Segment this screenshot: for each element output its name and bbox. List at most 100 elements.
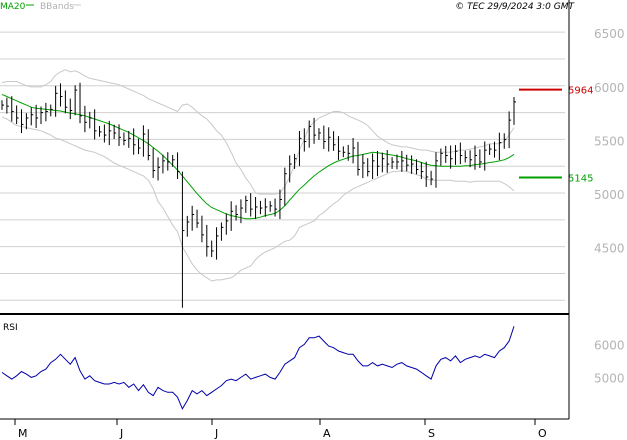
price-bar <box>191 205 195 231</box>
price-bar <box>186 215 190 237</box>
price-tick-label: 5000 <box>594 188 625 202</box>
price-bar <box>464 150 468 163</box>
price-bar <box>118 124 122 146</box>
price-bar <box>79 82 83 124</box>
price-bar <box>454 145 458 165</box>
price-bar <box>206 224 209 257</box>
price-bar <box>333 131 336 151</box>
price-bar <box>406 154 409 172</box>
price-axis: 4500 5000 5500 6000 6500 <box>0 0 625 420</box>
price-bar <box>196 209 200 228</box>
price-bar <box>45 102 48 122</box>
rsi-panel: 6000 5000 <box>1 326 625 410</box>
price-bar <box>513 97 516 125</box>
price-bar <box>279 189 282 220</box>
price-bar <box>381 152 385 173</box>
price-bar <box>177 152 180 179</box>
price-bar <box>157 157 161 181</box>
price-bar <box>94 109 97 140</box>
price-bar <box>352 138 356 164</box>
rsi-line <box>1 326 515 410</box>
price-bar <box>30 107 34 126</box>
price-bar <box>99 126 102 137</box>
price-bar <box>435 152 438 188</box>
price-bar <box>430 170 434 186</box>
price-bar <box>284 167 287 206</box>
price-bar <box>269 201 273 212</box>
price-bar <box>391 157 395 169</box>
time-axis-label: S <box>428 427 435 440</box>
price-bar <box>25 113 29 130</box>
price-bar <box>133 128 136 155</box>
price-bar <box>16 105 19 125</box>
price-bar <box>303 128 307 152</box>
price-marker-label: 5964 <box>568 86 593 97</box>
rsi-tick-label: 5000 <box>594 371 625 385</box>
price-bar <box>440 148 443 166</box>
price-markers: 5964 5145 <box>519 86 593 184</box>
price-bar <box>274 198 278 217</box>
stock-chart: 5964 5145 4500 5000 5500 6000 6500 6000 5000 M… <box>0 0 625 440</box>
price-bar <box>323 125 326 149</box>
price-bar <box>123 132 126 146</box>
price-tick-label: 6000 <box>594 81 625 95</box>
price-bar <box>60 83 63 107</box>
price-bar <box>479 149 482 169</box>
price-bar <box>425 161 429 187</box>
price-bar <box>181 171 185 308</box>
price-bar <box>245 195 248 213</box>
price-marker-label: 5145 <box>568 173 593 184</box>
price-bar <box>74 85 78 116</box>
price-bar <box>64 90 68 114</box>
time-axis-label: M <box>18 427 28 440</box>
price-bar <box>508 111 512 149</box>
bollinger-upper-line <box>1 69 515 195</box>
price-bar <box>376 150 380 177</box>
timestamp: © TEC 29/9/2024 3:0 GMT <box>455 2 575 12</box>
price-bar <box>489 144 492 155</box>
price-bar <box>357 141 360 176</box>
bollinger-lower-line <box>1 116 515 282</box>
price-bar <box>1 100 4 110</box>
time-axis: MJJASO <box>14 419 547 440</box>
price-bar <box>11 96 14 122</box>
price-bar <box>342 146 346 158</box>
price-bar <box>6 97 9 114</box>
price-bar <box>367 158 370 177</box>
rsi-label: RSI <box>3 323 18 333</box>
bollinger-bands <box>1 69 515 282</box>
price-bar <box>211 240 214 258</box>
time-axis-label: J <box>119 427 123 440</box>
price-bar <box>264 198 268 217</box>
price-bar <box>84 105 87 133</box>
price-bar <box>255 197 258 220</box>
time-axis-label: O <box>538 427 547 440</box>
price-bar <box>69 98 73 120</box>
price-bars <box>1 82 516 308</box>
time-axis-label: J <box>214 427 218 440</box>
price-tick-label: 4500 <box>594 242 625 256</box>
price-bar <box>220 222 224 241</box>
price-bar <box>411 155 414 174</box>
rsi-tick-label: 6000 <box>594 338 625 352</box>
price-bar <box>386 150 390 173</box>
price-bar <box>469 150 473 168</box>
price-bar <box>259 200 263 215</box>
price-bar <box>450 145 453 169</box>
price-tick-label: 6500 <box>594 27 625 41</box>
price-bar <box>347 144 351 161</box>
price-bar <box>498 132 502 161</box>
legend-ma-label: MA20 <box>0 2 26 12</box>
price-bar <box>445 145 448 163</box>
price-bar <box>225 213 229 235</box>
price-bar <box>318 128 321 140</box>
price-bar <box>289 155 292 183</box>
price-bar <box>235 205 239 221</box>
price-bar <box>172 154 175 167</box>
price-bar <box>250 193 253 217</box>
price-tick-label: 5500 <box>594 134 625 148</box>
price-bar <box>138 138 141 155</box>
price-bar <box>401 150 404 172</box>
price-bar <box>89 111 92 129</box>
price-bar <box>152 148 156 178</box>
